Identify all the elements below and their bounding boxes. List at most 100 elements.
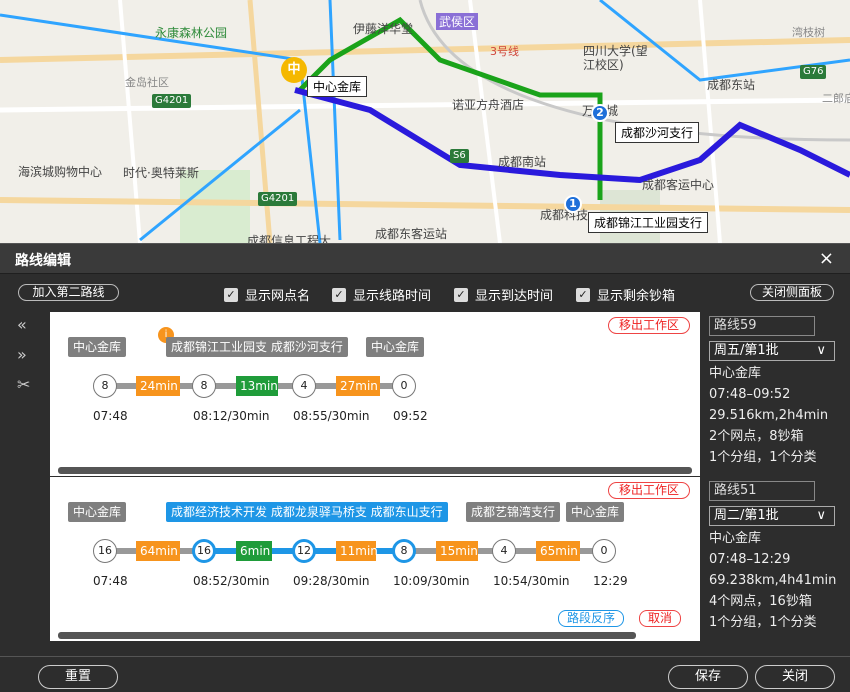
route-name-field[interactable]: 路线51 <box>709 481 815 501</box>
checkbox-show-route-time[interactable]: ✓ 显示线路时间 <box>332 285 431 304</box>
move-out-button[interactable]: 移出工作区 <box>607 317 690 334</box>
schedule-value: 周五/第1批 <box>714 343 779 358</box>
checkbox-label: 显示到达时间 <box>475 289 554 304</box>
scissors-icon[interactable]: ✂ <box>17 375 30 394</box>
stop-tag[interactable]: 成都艺锦湾支行 <box>466 502 561 522</box>
stop-node[interactable]: 8 <box>192 374 216 398</box>
map-label: 成都客运中心 <box>642 178 715 192</box>
highway-shield: G4201 <box>258 192 298 206</box>
map-pin-1[interactable]: 1 <box>564 195 582 213</box>
arrival-time: 08:12/30min <box>193 409 270 423</box>
stop-tag[interactable]: 中心金库 <box>566 502 625 522</box>
stop-tag[interactable]: 成都经济技术开发 成都龙泉驿马桥支 成都东山支行 <box>166 502 448 522</box>
add-second-route-button[interactable]: 加入第二路线 <box>18 284 119 301</box>
horizontal-scrollbar[interactable] <box>58 467 692 474</box>
highway-shield: G76 <box>800 65 827 79</box>
map-label: 成都东站 <box>707 78 756 92</box>
reverse-segment-button[interactable]: 路段反序 <box>558 610 625 627</box>
segment-duration[interactable]: 11min <box>336 541 378 561</box>
highway-shield: G4201 <box>152 94 192 108</box>
move-out-button[interactable]: 移出工作区 <box>607 482 690 499</box>
stop-node[interactable]: 0 <box>392 374 416 398</box>
checkbox-show-arrival-time[interactable]: ✓ 显示到达时间 <box>454 285 553 304</box>
check-icon[interactable]: ✓ <box>576 287 590 302</box>
save-button[interactable]: 保存 <box>668 665 748 689</box>
schedule-value: 周二/第1批 <box>714 508 779 523</box>
arrival-time: 09:52 <box>393 409 428 423</box>
close-side-panel-button[interactable]: 关闭侧面板 <box>750 284 834 301</box>
segment-duration[interactable]: 27min <box>336 376 380 396</box>
stop-node[interactable]: 0 <box>592 539 616 563</box>
hq-pin-icon[interactable]: 中 <box>281 57 307 83</box>
map-label: 金岛社区 <box>125 76 169 89</box>
map-roads <box>0 0 850 243</box>
info-distance: 69.238km,4h41min <box>709 573 837 588</box>
stop-node[interactable]: 16 <box>192 539 216 563</box>
segment-duration[interactable]: 24min <box>136 376 180 396</box>
chevron-down-icon: ∨ <box>816 508 826 523</box>
segment-duration[interactable]: 13min <box>236 376 278 396</box>
check-icon[interactable]: ✓ <box>332 287 346 302</box>
map-label: 诺亚方舟酒店 <box>452 98 525 112</box>
checkbox-label: 显示剩余钞箱 <box>597 289 676 304</box>
schedule-select[interactable]: 周二/第1批 ∨ <box>709 506 835 526</box>
map-label: 成都科技 <box>540 208 589 222</box>
info-points: 2个网点，8钞箱 <box>709 429 804 444</box>
info-distance: 29.516km,2h4min <box>709 408 829 423</box>
info-groups: 1个分组，1个分类 <box>709 615 817 630</box>
route-card-2: 移出工作区 中心金库 成都经济技术开发 成都龙泉驿马桥支 成都东山支行 成都艺锦… <box>50 477 700 641</box>
segment-duration[interactable]: 6min <box>236 541 272 561</box>
check-icon[interactable]: ✓ <box>454 287 468 302</box>
stop-node[interactable]: 16 <box>93 539 117 563</box>
stop-tag[interactable]: 中心金库 <box>68 337 127 357</box>
map-label: 海滨城购物中心 <box>18 165 103 179</box>
check-icon[interactable]: ✓ <box>224 287 238 302</box>
stop-tag[interactable]: 中心金库 <box>68 502 127 522</box>
map-label: 四川大学(望江校区) <box>583 44 648 72</box>
footer-divider <box>0 656 850 657</box>
reset-button[interactable]: 重置 <box>38 665 118 689</box>
arrival-time: 10:09/30min <box>393 574 470 588</box>
map-label: 成都南站 <box>498 155 547 169</box>
collapse-left-icon[interactable]: « <box>17 315 27 334</box>
stop-tag[interactable]: 成都锦江工业园支 成都沙河支行 <box>166 337 348 357</box>
info-groups: 1个分组，1个分类 <box>709 450 817 465</box>
info-origin: 中心金库 <box>709 531 762 546</box>
highway-shield: S6 <box>450 149 469 163</box>
arrival-time: 07:48 <box>93 409 128 423</box>
cancel-button[interactable]: 取消 <box>639 610 682 627</box>
stop-node[interactable]: 8 <box>93 374 117 398</box>
route-card-1: 移出工作区 中心金库 i 成都锦江工业园支 成都沙河支行 中心金库 8 24mi… <box>50 312 700 476</box>
stop-tag[interactable]: 中心金库 <box>366 337 425 357</box>
map-label: 湾枝树 <box>792 26 825 39</box>
map-pin-2[interactable]: 2 <box>591 104 609 122</box>
close-icon[interactable]: × <box>819 248 834 269</box>
segment-duration[interactable]: 15min <box>436 541 478 561</box>
map-label: 二郎庙 <box>822 92 850 105</box>
checkbox-show-remaining-boxes[interactable]: ✓ 显示剩余钞箱 <box>576 285 675 304</box>
map-view[interactable]: 永康森林公园 金岛社区 伊藤洋华堂 武侯区 3号线 四川大学(望江校区) 万象城… <box>0 0 850 243</box>
segment-duration[interactable]: 65min <box>536 541 580 561</box>
checkbox-show-point-name[interactable]: ✓ 显示网点名 <box>224 285 310 304</box>
horizontal-scrollbar[interactable] <box>58 632 636 639</box>
segment-duration[interactable]: 64min <box>136 541 180 561</box>
map-callout-shahe: 成都沙河支行 <box>615 122 700 143</box>
arrival-time: 08:52/30min <box>193 574 270 588</box>
panel-title: 路线编辑 <box>15 253 71 269</box>
chevron-down-icon: ∨ <box>816 343 826 358</box>
stop-node[interactable]: 12 <box>292 539 316 563</box>
stop-node[interactable]: 4 <box>492 539 516 563</box>
expand-right-icon[interactable]: » <box>17 345 27 364</box>
checkbox-label: 显示网点名 <box>245 289 311 304</box>
map-label: 3号线 <box>490 45 519 58</box>
close-button[interactable]: 关闭 <box>755 665 835 689</box>
schedule-select[interactable]: 周五/第1批 ∨ <box>709 341 835 361</box>
arrival-time: 12:29 <box>593 574 628 588</box>
stop-node[interactable]: 8 <box>392 539 416 563</box>
route-name-field[interactable]: 路线59 <box>709 316 815 336</box>
route-info: 中心金库 07:48–12:29 69.238km,4h41min 4个网点，1… <box>709 528 836 633</box>
map-callout-hq: 中心金库 <box>307 76 368 97</box>
stop-node[interactable]: 4 <box>292 374 316 398</box>
map-label: 伊藤洋华堂 <box>353 22 414 36</box>
info-window: 07:48–09:52 <box>709 387 791 402</box>
